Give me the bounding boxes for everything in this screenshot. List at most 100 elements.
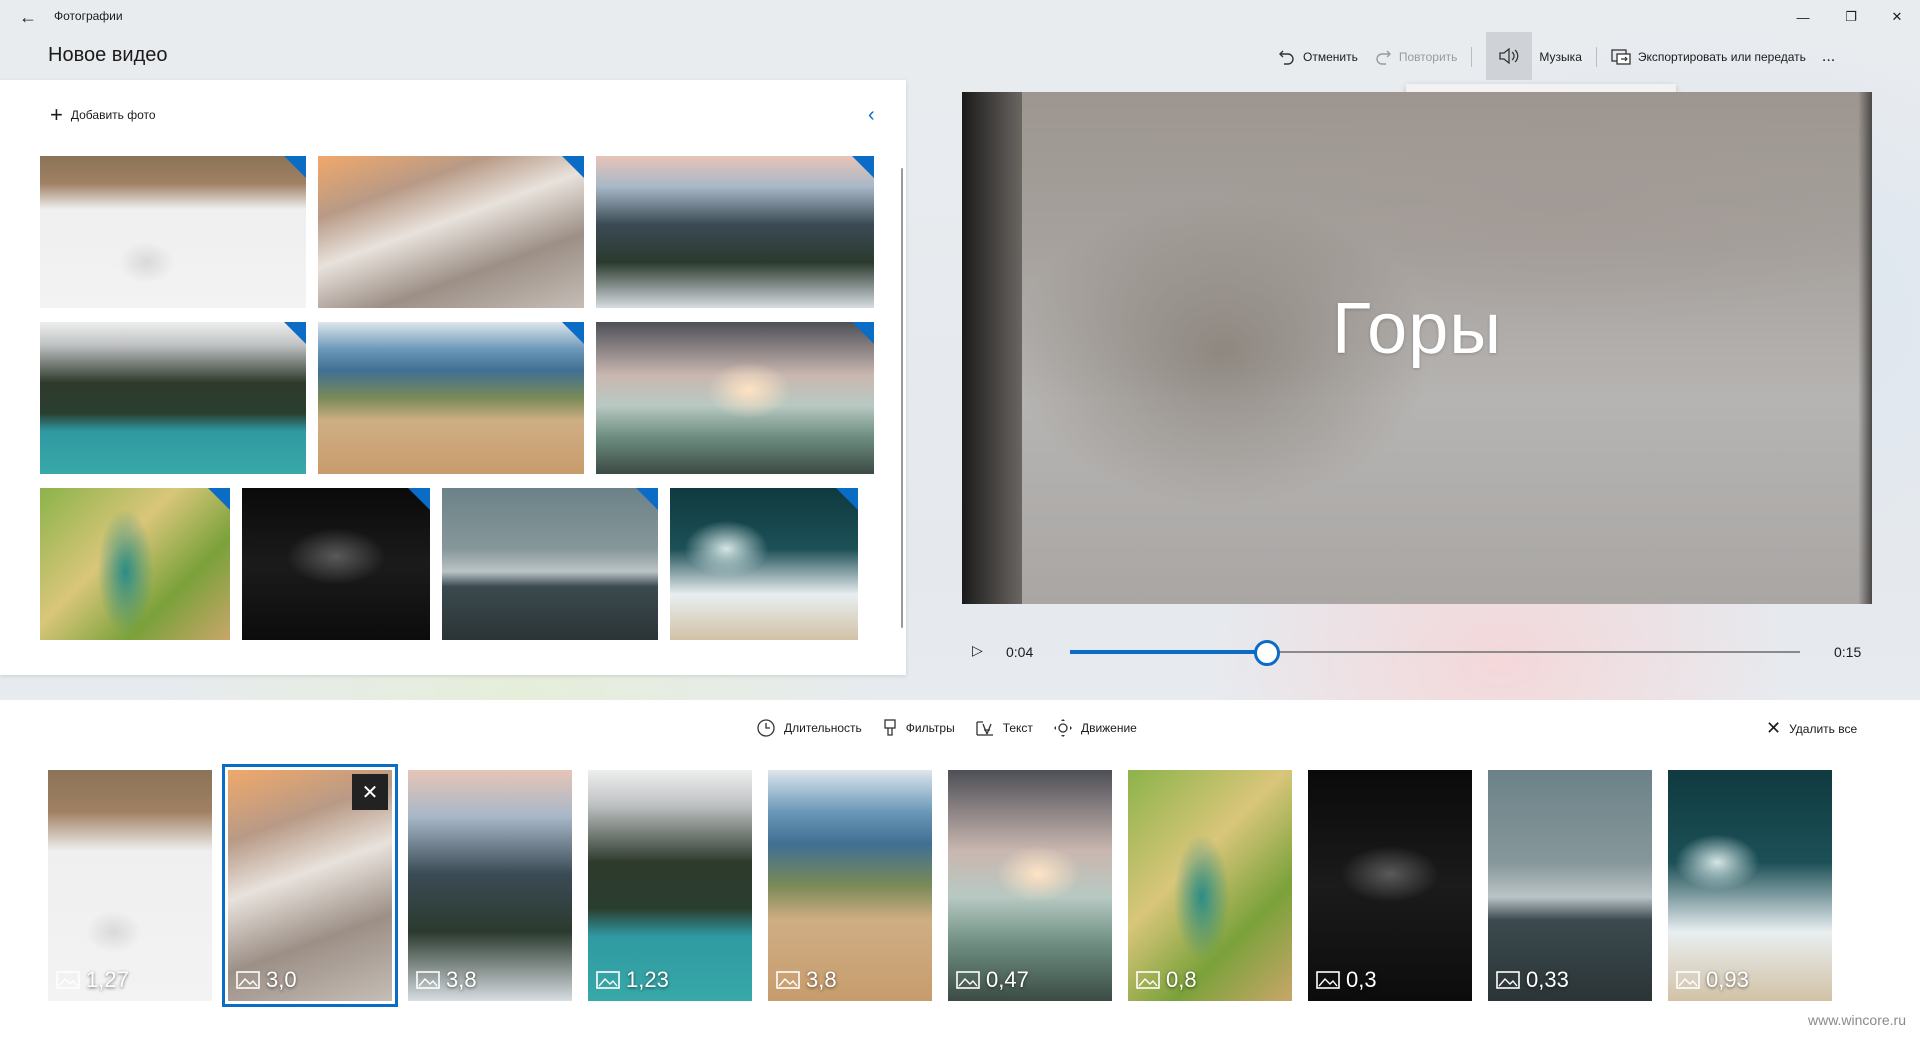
storyboard-cards: 1,27 3,0 ✕ 3,8 1,23 3,8 0,47 0,8 0,3 0,33 0,93 [0, 700, 1920, 1040]
card-duration: 0,8 [1136, 967, 1197, 993]
library-photo[interactable] [670, 488, 858, 640]
close-icon: ✕ [361, 781, 379, 804]
added-to-project-indicator [852, 156, 874, 178]
photo-icon [416, 971, 440, 989]
added-to-project-indicator [208, 488, 230, 510]
arrow-left-icon: ← [19, 6, 37, 27]
redo-label: Повторить [1398, 50, 1458, 64]
card-duration-value: 0,93 [1706, 967, 1749, 992]
current-time: 0:04 [1006, 644, 1034, 660]
play-icon: ▷ [972, 642, 983, 658]
title-bar: ← Фотографии — ❐ ✕ [0, 0, 1920, 34]
card-duration: 0,93 [1676, 967, 1749, 993]
card-duration-value: 3,0 [266, 967, 297, 992]
back-button[interactable]: ← [14, 6, 42, 28]
storyboard-card[interactable]: 1,27 [48, 770, 212, 1001]
close-icon: ✕ [1891, 9, 1903, 24]
storyboard-card[interactable]: 0,47 [948, 770, 1112, 1001]
video-title[interactable]: Новое видео [48, 44, 167, 67]
added-to-project-indicator [852, 322, 874, 344]
redo-button[interactable]: Повторить [1366, 42, 1466, 72]
photo-icon [56, 971, 80, 989]
photo-icon [596, 971, 620, 989]
minimize-icon: — [1796, 9, 1810, 25]
card-duration: 3,8 [776, 967, 837, 993]
card-duration: 1,23 [596, 967, 669, 993]
photo-icon [1316, 971, 1340, 989]
undo-button[interactable]: Отменить [1270, 42, 1366, 72]
music-label: Музыка [1539, 50, 1582, 64]
export-button[interactable]: Экспортировать или передать [1603, 42, 1814, 72]
library-photo[interactable] [40, 322, 306, 474]
library-photo[interactable] [442, 488, 658, 640]
storyboard: Длительность Фильтры Текст Движение ✕ Уд… [0, 700, 1920, 1040]
music-button[interactable]: Музыка [1478, 32, 1589, 80]
more-icon: ... [1821, 48, 1836, 65]
minimize-button[interactable]: — [1780, 0, 1826, 34]
photo-icon [956, 971, 980, 989]
toolbar-separator [1595, 47, 1597, 67]
restore-icon: ❐ [1845, 9, 1857, 24]
video-preview[interactable]: Горы [962, 92, 1872, 604]
added-to-project-indicator [284, 156, 306, 178]
export-icon [1611, 49, 1631, 65]
card-duration-value: 0,33 [1526, 967, 1569, 992]
speaker-icon [1499, 47, 1519, 65]
remove-card-button[interactable]: ✕ [352, 774, 388, 810]
storyboard-card[interactable]: 0,3 [1308, 770, 1472, 1001]
seek-bar-thumb[interactable] [1254, 640, 1281, 666]
card-duration-value: 0,47 [986, 967, 1029, 992]
library-photo[interactable] [40, 488, 230, 640]
preview-caption: Горы [1331, 289, 1502, 369]
more-options-button[interactable]: ... [1814, 42, 1843, 72]
added-to-project-indicator [562, 322, 584, 344]
library-photo[interactable] [596, 156, 874, 308]
library-photo[interactable] [318, 322, 584, 474]
card-duration-value: 1,27 [86, 967, 129, 992]
library-photo[interactable] [40, 156, 306, 308]
added-to-project-indicator [408, 488, 430, 510]
close-button[interactable]: ✕ [1874, 0, 1920, 34]
added-to-project-indicator [284, 322, 306, 344]
card-duration-value: 1,23 [626, 967, 669, 992]
redo-icon [1376, 50, 1391, 65]
added-to-project-indicator [562, 156, 584, 178]
export-label: Экспортировать или передать [1637, 50, 1806, 64]
photo-icon [1676, 971, 1700, 989]
library-photo[interactable] [596, 322, 874, 474]
undo-label: Отменить [1303, 50, 1358, 64]
card-duration: 0,47 [956, 967, 1029, 993]
speaker-button[interactable] [1486, 32, 1533, 80]
storyboard-card[interactable]: 3,8 [768, 770, 932, 1001]
library-scrollbar[interactable] [901, 168, 903, 628]
play-button[interactable]: ▷ [972, 642, 983, 659]
card-duration: 0,33 [1496, 967, 1569, 993]
card-duration: 3,8 [416, 967, 477, 993]
added-to-project-indicator [636, 488, 658, 510]
card-duration-value: 3,8 [806, 967, 837, 992]
storyboard-card[interactable]: 0,8 [1128, 770, 1292, 1001]
restore-button[interactable]: ❐ [1828, 0, 1874, 34]
undo-icon [1279, 50, 1294, 65]
photo-icon [1136, 971, 1160, 989]
project-library: + Добавить фото ‹ [0, 80, 906, 675]
card-duration: 1,27 [56, 967, 129, 993]
toolbar-separator [1471, 47, 1473, 67]
watermark: www.wincore.ru [1807, 1012, 1906, 1028]
library-photo[interactable] [318, 156, 584, 308]
library-photo[interactable] [242, 488, 430, 640]
photo-icon [776, 971, 800, 989]
storyboard-card[interactable]: 0,33 [1488, 770, 1652, 1001]
card-duration: 3,0 [236, 967, 297, 993]
storyboard-card[interactable]: 0,93 [1668, 770, 1832, 1001]
storyboard-card[interactable]: 1,23 [588, 770, 752, 1001]
storyboard-card[interactable]: 3,8 [408, 770, 572, 1001]
photo-icon [236, 971, 260, 989]
toolbar: Отменить Повторить Музыка Экспортировать… [1270, 32, 1843, 80]
seek-bar[interactable] [1070, 640, 1800, 666]
seek-bar-fill [1070, 650, 1268, 654]
storyboard-card[interactable]: 3,0 ✕ [222, 764, 398, 1007]
total-time: 0:15 [1834, 644, 1862, 660]
photo-icon [1496, 971, 1520, 989]
card-duration-value: 0,3 [1346, 967, 1377, 992]
